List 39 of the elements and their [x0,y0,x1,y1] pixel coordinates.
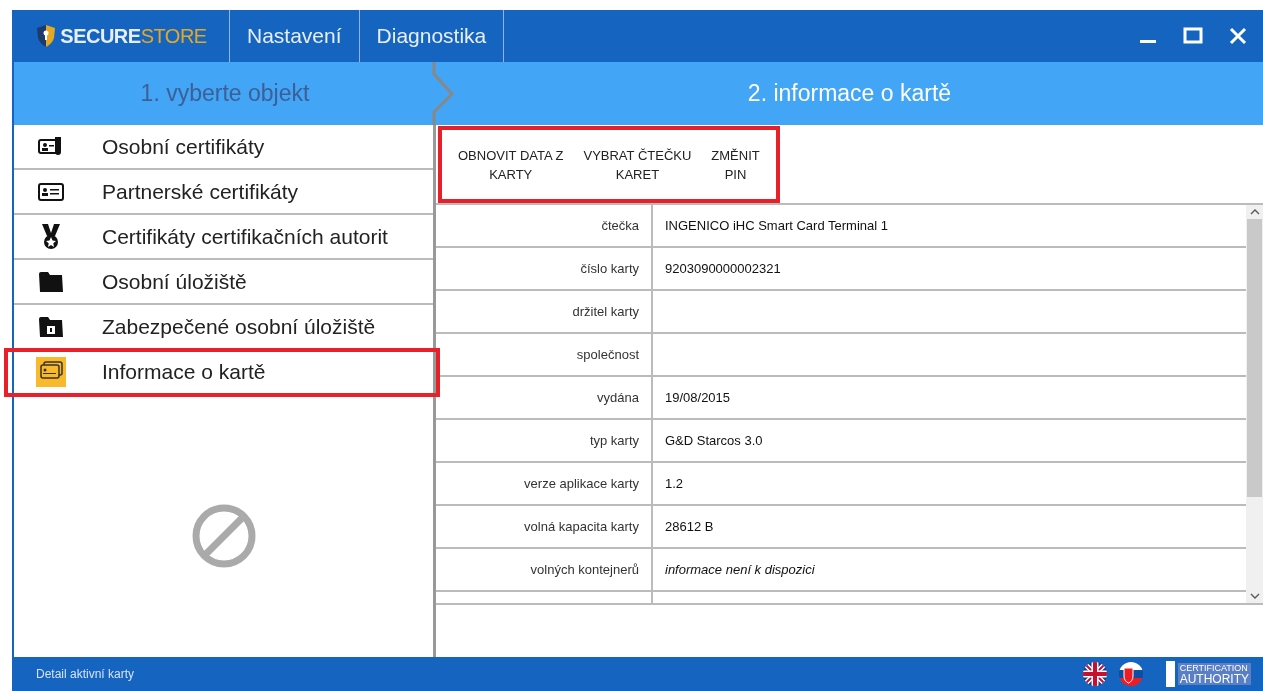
field-label: vydána [597,388,639,407]
toolbar-button[interactable]: VYBRAT ČTEČKU KARET [577,145,698,184]
field-value: G&D Starcos 3.0 [665,431,763,450]
field-value: 9203090000002321 [665,259,781,278]
field-label: volná kapacita karty [524,517,639,536]
uk-flag-icon[interactable] [1081,661,1108,687]
field-value: 1.2 [665,474,684,493]
field-label: společnost [576,345,639,364]
field-value: 19/08/2015 [665,388,731,407]
sidebar-item[interactable]: Osobní certifikáty [14,125,433,170]
field-label: typ karty [589,431,639,450]
sidebar-item[interactable]: Zabezpečené osobní úložiště [14,305,433,350]
app-logo-text: SECURESTORE [60,24,207,49]
close-icon[interactable] [1229,27,1247,45]
step-chevron-icon [432,62,456,125]
status-text: Detail aktivní karty [36,666,135,683]
field-value: informace není k dispozici [665,560,815,579]
sidebar-item[interactable]: Osobní úložiště [14,260,433,305]
certification-authority-logo: CERTIFICATION AUTHORITY [1165,661,1251,687]
unavailable-icon [190,503,257,569]
sidebar-item[interactable]: Informace o kartě [6,350,438,395]
toolbar-button[interactable]: ZMĚNIT PIN [705,145,766,184]
shield-logo-icon [36,24,57,48]
field-label: čtečka [601,216,639,235]
field-label: držitel karty [572,302,639,321]
step-heading: 2. informace o kartě [747,79,952,109]
field-label: číslo karty [580,259,639,278]
maximize-icon[interactable] [1183,27,1203,45]
cards-icon [36,356,66,387]
field-value: INGENICO iHC Smart Card Terminal 1 [665,216,888,235]
toolbar-button[interactable]: OBNOVIT DATA Z KARTY [452,145,570,184]
field-value: 28612 B [665,517,714,536]
field-label: verze aplikace karty [524,474,639,493]
step-heading: 1. vyberte objekt [140,79,310,109]
field-label: volných kontejnerů [530,560,639,579]
sidebar-item[interactable]: Partnerské certifikáty [14,170,433,215]
sidebar-item[interactable]: Certifikáty certifikačních autorit [14,215,433,260]
sk-flag-icon[interactable] [1117,661,1144,687]
scrollbar[interactable] [1246,205,1263,603]
